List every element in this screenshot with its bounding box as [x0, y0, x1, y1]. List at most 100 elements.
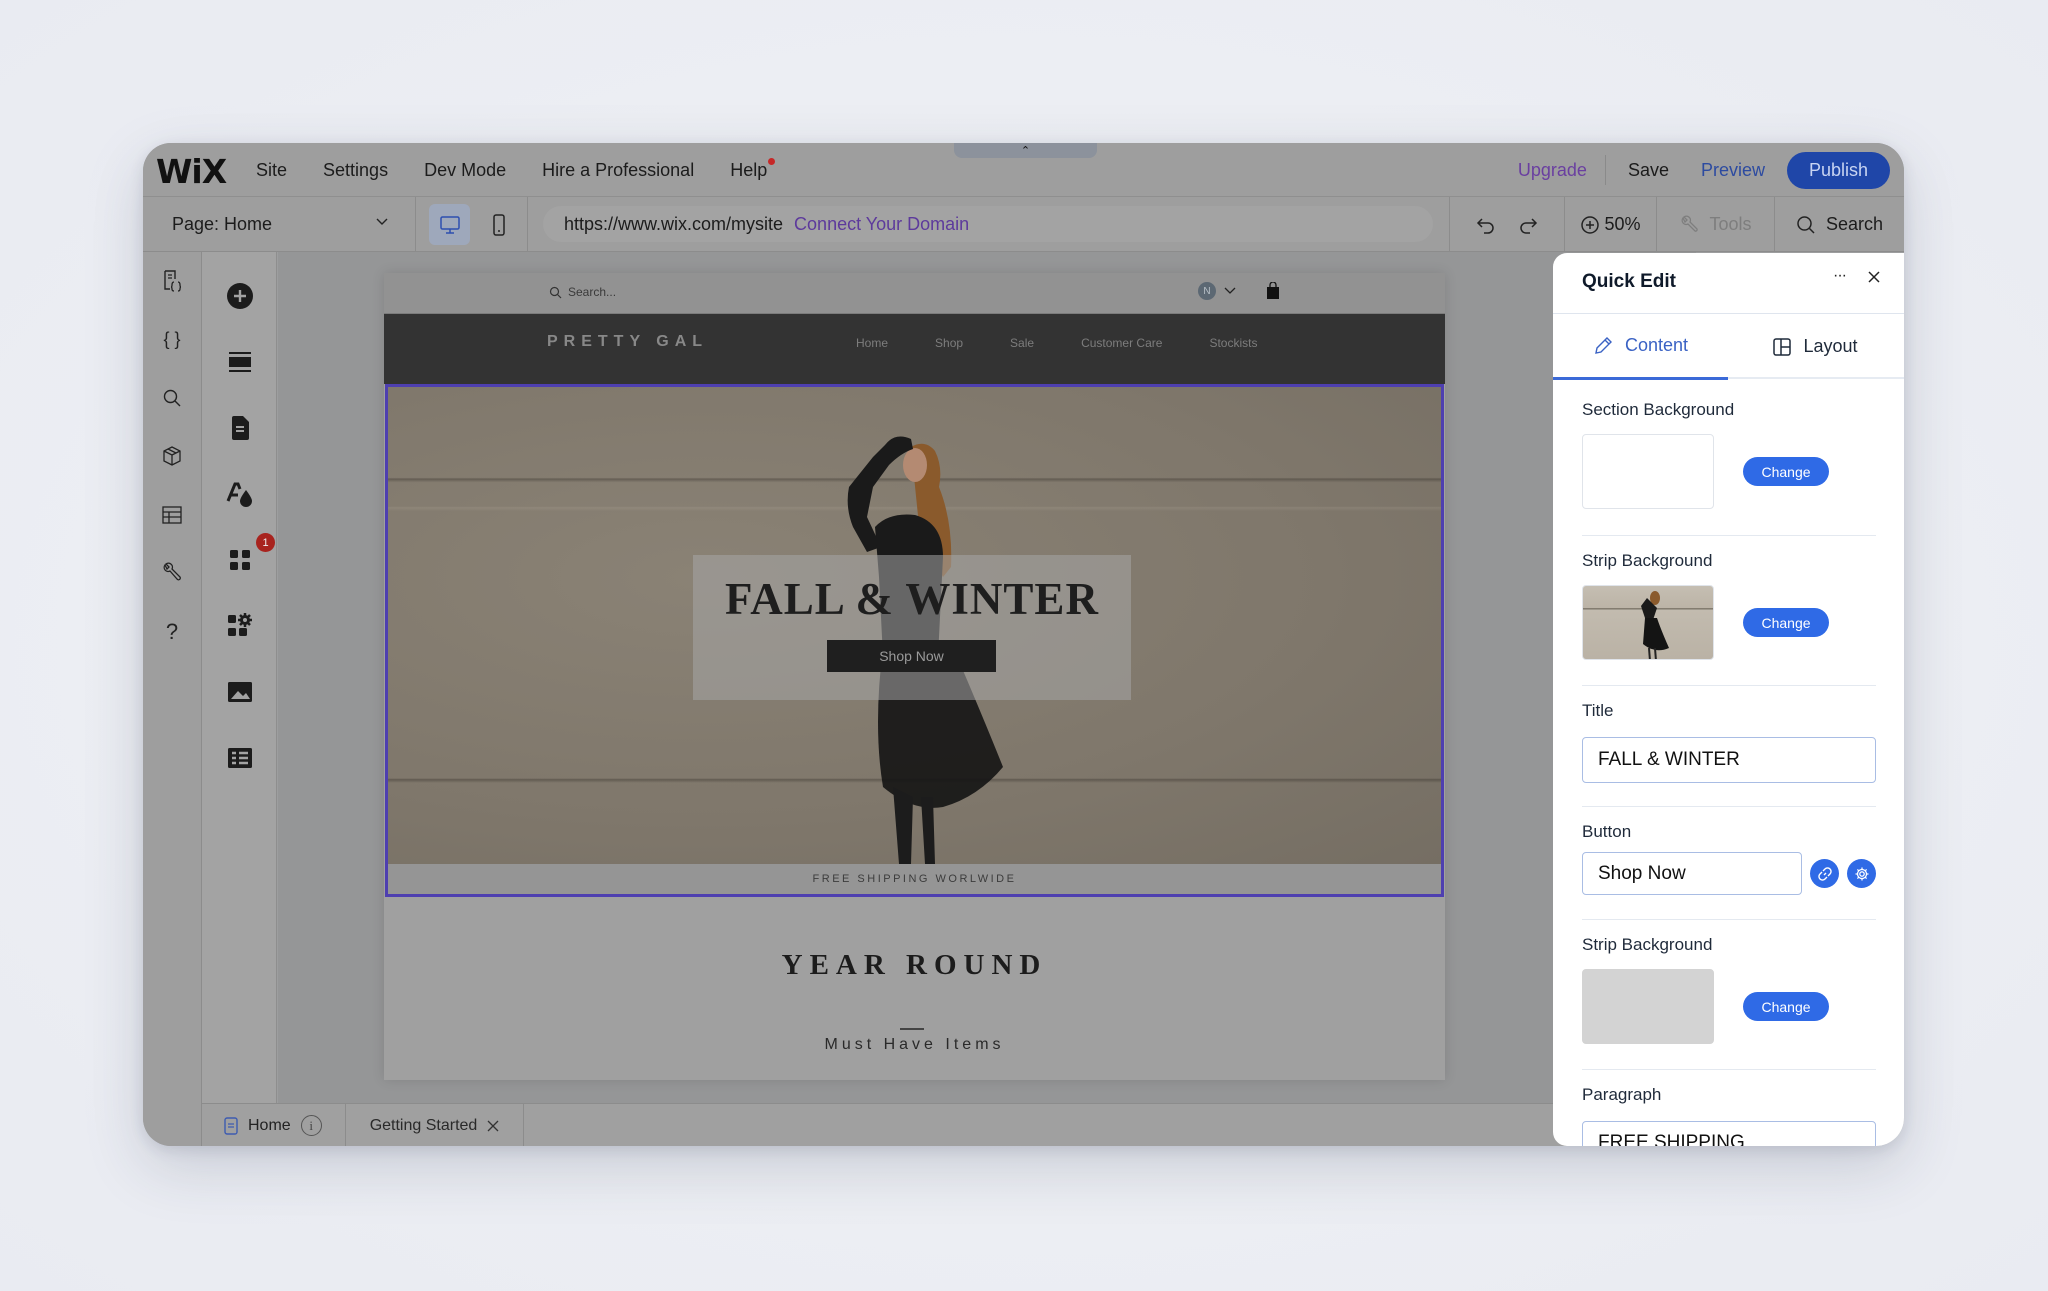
- strip-background-2-label: Strip Background: [1582, 935, 1713, 954]
- pages-icon[interactable]: [221, 409, 259, 447]
- tab-home-label: Home: [248, 1116, 291, 1134]
- theme-icon[interactable]: [221, 475, 259, 513]
- year-round-subtitle[interactable]: Must Have Items: [384, 1036, 1445, 1054]
- preview-button[interactable]: Preview: [1691, 160, 1787, 181]
- section-background-thumbnail[interactable]: [1582, 434, 1714, 509]
- editor-canvas: Search... N PRETTY GAL Home Shop Sale Cu…: [278, 252, 1696, 1103]
- add-panel-sidebar: 1: [202, 252, 277, 1103]
- desktop-view-button[interactable]: [429, 204, 470, 245]
- publish-button[interactable]: Publish: [1787, 151, 1890, 189]
- site-nav-home[interactable]: Home: [856, 336, 888, 350]
- media-icon[interactable]: [221, 673, 259, 711]
- site-nav-shop[interactable]: Shop: [935, 336, 963, 350]
- main-menu: Site Settings Dev Mode Hire a Profession…: [256, 143, 776, 197]
- close-icon[interactable]: [1864, 267, 1884, 287]
- search-label: Search: [1825, 214, 1884, 234]
- button-link-button[interactable]: [1810, 859, 1839, 888]
- page-selector[interactable]: Page: Home: [143, 197, 416, 252]
- mobile-view-button[interactable]: [478, 204, 519, 245]
- site-login[interactable]: N: [1198, 282, 1280, 300]
- site-search[interactable]: Search...: [549, 285, 616, 299]
- zoom-in-icon: [1581, 215, 1600, 234]
- strip-background-2-change-button[interactable]: Change: [1743, 992, 1829, 1021]
- upgrade-link[interactable]: Upgrade: [1500, 155, 1606, 185]
- wrench-icon[interactable]: [157, 558, 187, 588]
- search-icon: [1797, 215, 1815, 234]
- cms-icon[interactable]: [221, 739, 259, 777]
- button-text-input[interactable]: Shop Now: [1582, 852, 1802, 895]
- menu-settings[interactable]: Settings: [323, 160, 388, 181]
- redo-icon[interactable]: [1517, 214, 1539, 236]
- add-icon[interactable]: [221, 277, 259, 315]
- section-background-label: Section Background: [1582, 400, 1735, 419]
- undo-redo: [1449, 197, 1565, 252]
- site-nav-sale[interactable]: Sale: [1010, 336, 1034, 350]
- table-icon[interactable]: [157, 500, 187, 530]
- braces-icon[interactable]: { }: [157, 324, 187, 354]
- title-input[interactable]: FALL & WINTER: [1582, 737, 1876, 783]
- tools-label: Tools: [1709, 214, 1752, 234]
- tab-getting-started[interactable]: Getting Started: [346, 1104, 524, 1146]
- paragraph-label: Paragraph: [1582, 1085, 1662, 1104]
- tab-content[interactable]: Content: [1553, 314, 1728, 380]
- menu-dev-mode[interactable]: Dev Mode: [424, 160, 506, 181]
- hero-strip[interactable]: FALL & WINTER Shop Now: [388, 387, 1441, 864]
- site-url-bar: https://www.wix.com/mysite Connect Your …: [543, 206, 1433, 242]
- hero-shop-now-button[interactable]: Shop Now: [827, 640, 996, 672]
- save-button[interactable]: Save: [1606, 160, 1691, 181]
- shopping-bag-icon[interactable]: [1266, 282, 1280, 300]
- page-icon: [224, 1116, 238, 1135]
- zoom-level: 50%: [1604, 214, 1641, 234]
- more-options-icon[interactable]: ···: [1833, 267, 1847, 285]
- sections-icon[interactable]: [221, 343, 259, 381]
- page-code-icon[interactable]: [157, 266, 187, 296]
- strip-background-2-thumbnail[interactable]: [1582, 969, 1714, 1044]
- pencil-icon: [1595, 336, 1612, 354]
- search-button[interactable]: Search: [1775, 197, 1904, 252]
- page-selector-label: Page: Home: [172, 214, 273, 234]
- apps-badge: 1: [256, 533, 275, 552]
- quick-edit-tabs: Content Layout: [1553, 314, 1904, 380]
- hero-title[interactable]: FALL & WINTER: [693, 573, 1131, 625]
- package-icon[interactable]: [157, 441, 187, 471]
- connect-domain-link[interactable]: Connect Your Domain: [794, 214, 969, 235]
- menu-site[interactable]: Site: [256, 160, 287, 181]
- year-round-title[interactable]: YEAR ROUND: [384, 949, 1445, 982]
- close-icon[interactable]: [487, 1120, 499, 1132]
- strip-background-thumbnail[interactable]: [1582, 585, 1714, 660]
- help-icon[interactable]: ?: [157, 617, 187, 647]
- undo-icon[interactable]: [1475, 214, 1497, 236]
- zoom-control[interactable]: 50%: [1565, 197, 1657, 252]
- business-apps-icon[interactable]: [221, 607, 259, 645]
- title-divider: [900, 1028, 924, 1030]
- free-shipping-strip[interactable]: FREE SHIPPING WORLWIDE: [388, 864, 1441, 894]
- button-settings-button[interactable]: [1847, 859, 1876, 888]
- search-icon[interactable]: [157, 383, 187, 413]
- section-background-change-button[interactable]: Change: [1743, 457, 1829, 486]
- tools-button[interactable]: Tools: [1657, 197, 1775, 252]
- menu-help[interactable]: Help: [730, 157, 776, 181]
- title-label: Title: [1582, 701, 1614, 720]
- menu-help-label: Help: [730, 159, 768, 180]
- apps-icon[interactable]: 1: [221, 533, 275, 579]
- divider: [1582, 1069, 1876, 1070]
- strip-background-change-button[interactable]: Change: [1743, 608, 1829, 637]
- editor-window: WiX Site Settings Dev Mode Hire a Profes…: [143, 143, 1904, 1146]
- hero-text-box[interactable]: FALL & WINTER Shop Now: [693, 555, 1131, 700]
- dev-sidebar: { } ?: [143, 252, 202, 1146]
- tab-layout-label: Layout: [1803, 336, 1858, 356]
- paragraph-input[interactable]: FREE SHIPPING: [1582, 1121, 1876, 1146]
- collapse-topbar-handle[interactable]: ⌃: [954, 143, 1097, 158]
- site-brand[interactable]: PRETTY GAL: [547, 333, 708, 351]
- divider: [1582, 685, 1876, 686]
- wix-logo[interactable]: WiX: [156, 152, 227, 191]
- info-icon[interactable]: i: [300, 1115, 322, 1136]
- selected-section-welcome[interactable]: FALL & WINTER Shop Now FREE SHIPPING WOR…: [385, 384, 1444, 897]
- menu-hire-professional[interactable]: Hire a Professional: [542, 160, 694, 181]
- tab-home[interactable]: Home i: [202, 1104, 346, 1146]
- site-nav-stockists[interactable]: Stockists: [1209, 336, 1257, 350]
- chevron-down-icon: [1224, 287, 1236, 294]
- link-icon: [1817, 866, 1832, 881]
- site-nav-customer-care[interactable]: Customer Care: [1081, 336, 1162, 350]
- tab-layout[interactable]: Layout: [1728, 314, 1903, 379]
